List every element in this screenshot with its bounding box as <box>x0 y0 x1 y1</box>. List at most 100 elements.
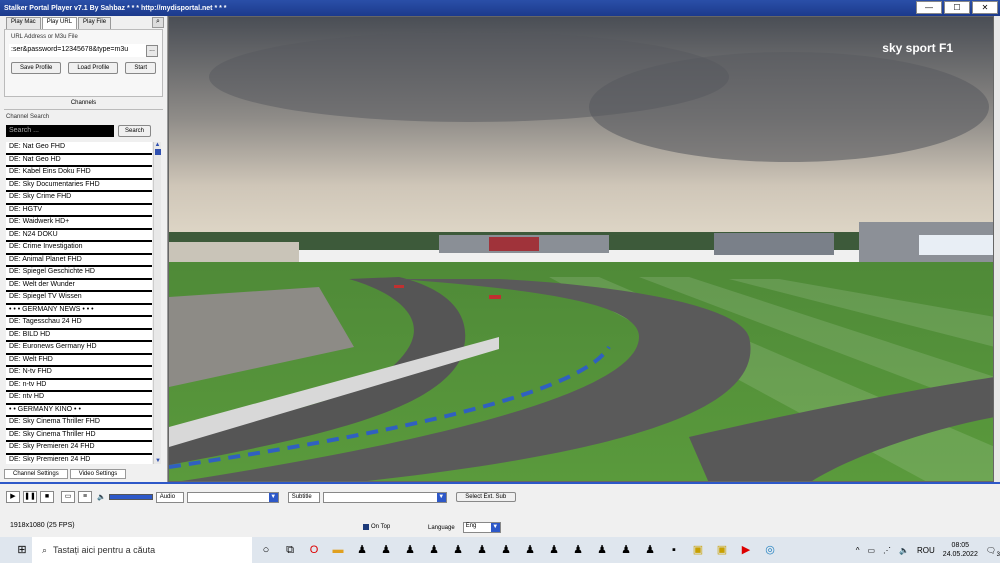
minimize-button[interactable]: — <box>916 1 942 14</box>
on-top-checkbox[interactable] <box>363 524 369 530</box>
channel-item[interactable]: DE: Sky Cinema Thriller HD <box>6 429 152 442</box>
app-icon-7[interactable]: ♟ <box>496 541 516 559</box>
channel-item[interactable]: DE: Spiegel Geschichte HD <box>6 267 152 280</box>
video-player[interactable]: sky sport F1 <box>168 16 994 482</box>
app-icon-10[interactable]: ♟ <box>568 541 588 559</box>
stop-icon[interactable]: ■ <box>40 491 54 503</box>
play-icon[interactable]: ▶ <box>6 491 20 503</box>
wifi-icon[interactable]: ⋰ <box>883 546 891 555</box>
system-tray: ^ ▭ ⋰ 🔈 ROU 08:05 24.05.2022 🗨 3 <box>856 537 1000 563</box>
audio-select[interactable]: ▼ <box>186 491 279 503</box>
notification-count: 3 <box>996 551 1000 558</box>
app-icon-6[interactable]: ♟ <box>472 541 492 559</box>
opera-icon[interactable]: O <box>304 541 324 559</box>
volume-slider[interactable] <box>108 494 153 500</box>
volume-icon[interactable]: 🔈 <box>97 493 106 501</box>
app-icon-12[interactable]: ♟ <box>616 541 636 559</box>
taskbar-search[interactable]: ⌕ Tastați aici pentru a căuta <box>32 537 252 563</box>
task-view-icon[interactable]: ⧉ <box>280 541 300 559</box>
channel-item[interactable]: DE: BILD HD <box>6 329 152 342</box>
channel-item[interactable]: DE: Tagesschau 24 HD <box>6 317 152 330</box>
close-button[interactable]: ✕ <box>972 1 998 14</box>
app-icon-11[interactable]: ♟ <box>592 541 612 559</box>
youtube-icon[interactable]: ▶ <box>736 541 756 559</box>
channel-item[interactable]: DE: ntv HD <box>6 392 152 405</box>
channel-item[interactable]: • • GERMANY KINO • • <box>6 404 152 417</box>
language-select[interactable]: Eng ▼ <box>462 522 501 533</box>
app-icon-13[interactable]: ♟ <box>640 541 660 559</box>
tab-play-mac[interactable]: Play Mac <box>6 17 41 29</box>
app-icon-3[interactable]: ♟ <box>400 541 420 559</box>
channel-item[interactable]: DE: Nat Geo HD <box>6 154 152 167</box>
video-side-strip <box>994 16 1000 482</box>
list-icon[interactable]: ≡ <box>78 491 92 503</box>
url-input[interactable]: :ser&password=12345678&type=m3u <box>9 44 146 57</box>
app-icon-14[interactable]: ▣ <box>688 541 708 559</box>
channel-item[interactable]: DE: Crime Investigation <box>6 242 152 255</box>
browse-button[interactable]: ... <box>146 44 158 57</box>
app-icon-4[interactable]: ♟ <box>424 541 444 559</box>
language-indicator[interactable]: ROU <box>917 546 935 555</box>
subtitle-select[interactable]: ▼ <box>322 491 447 503</box>
tab-play-url[interactable]: Play URL <box>41 17 78 29</box>
clock-date: 24.05.2022 <box>942 551 978 558</box>
channel-item[interactable]: DE: N-tv FHD <box>6 367 152 380</box>
terminal-icon[interactable]: ▪ <box>664 541 684 559</box>
app-icon-8[interactable]: ♟ <box>520 541 540 559</box>
channel-item[interactable]: DE: Nat Geo FHD <box>6 142 152 155</box>
maximize-button[interactable]: ☐ <box>944 1 970 14</box>
channel-item[interactable]: DE: Spiegel TV Wissen <box>6 292 152 305</box>
app-icon-9[interactable]: ♟ <box>544 541 564 559</box>
channel-item[interactable]: DE: Animal Planet FHD <box>6 254 152 267</box>
tab-play-file[interactable]: Play File <box>78 17 112 29</box>
search-button[interactable]: Search <box>118 125 152 137</box>
channels-header: Channels <box>4 97 163 110</box>
app-icon-16[interactable]: ◎ <box>760 541 780 559</box>
audio-label: Audio <box>155 491 184 503</box>
channel-item[interactable]: DE: Welt der Wunder <box>6 279 152 292</box>
load-profile-button[interactable]: Load Profile <box>68 62 119 74</box>
scroll-up-icon[interactable]: ▲ <box>154 142 161 148</box>
app-icon-15[interactable]: ▣ <box>712 541 732 559</box>
save-profile-button[interactable]: Save Profile <box>11 62 62 74</box>
channel-item[interactable]: DE: Euronews Germany HD <box>6 342 152 355</box>
channel-item[interactable]: DE: n-tv HD <box>6 379 152 392</box>
screen-icon[interactable]: ▭ <box>61 491 75 503</box>
search-input[interactable]: Search ... <box>6 125 114 137</box>
select-ext-sub-button[interactable]: Select Ext. Sub <box>455 492 516 502</box>
channel-item[interactable]: DE: Sky Premieren 24 HD <box>6 454 152 464</box>
channel-search-label: Channel Search <box>6 114 50 120</box>
left-panel: Play Mac Play URL Play File ⌕ URL Addres… <box>0 16 168 482</box>
speaker-icon[interactable]: 🔈 <box>899 546 909 555</box>
chevron-up-icon[interactable]: ^ <box>856 546 860 555</box>
notification-icon[interactable]: 🗨 3 <box>986 546 1000 558</box>
channel-item[interactable]: DE: Sky Documentaries FHD <box>6 179 152 192</box>
channel-item[interactable]: DE: HGTV <box>6 204 152 217</box>
channel-list[interactable]: DE: Nat Geo FHD DE: Nat Geo HD DE: Kabel E… <box>6 142 152 464</box>
taskbar: ⊞ ⌕ Tastați aici pentru a căuta ○ ⧉ O ▬ … <box>0 537 1000 563</box>
channel-item[interactable]: • • • GERMANY NEWS • • • <box>6 304 152 317</box>
network-icon[interactable]: ▭ <box>867 546 875 555</box>
channel-item[interactable]: DE: Kabel Eins Doku FHD <box>6 167 152 180</box>
channel-item[interactable]: DE: Welt FHD <box>6 354 152 367</box>
search-icon[interactable]: ⌕ <box>152 17 164 28</box>
file-explorer-icon[interactable]: ▬ <box>328 541 348 559</box>
app-icon-5[interactable]: ♟ <box>448 541 468 559</box>
start-button[interactable]: Start <box>125 62 156 74</box>
channel-item[interactable]: DE: Sky Premieren 24 FHD <box>6 442 152 455</box>
channel-item[interactable]: DE: Sky Crime FHD <box>6 192 152 205</box>
channel-item[interactable]: DE: Waidwerk HD+ <box>6 217 152 230</box>
cortana-icon[interactable]: ○ <box>256 541 276 559</box>
tab-video-settings[interactable]: Video Settings <box>69 469 127 479</box>
pause-icon[interactable]: ❚❚ <box>23 491 37 503</box>
scroll-down-icon[interactable]: ▼ <box>154 458 162 464</box>
app-icon-2[interactable]: ♟ <box>376 541 396 559</box>
channel-item[interactable]: DE: Sky Cinema Thriller FHD <box>6 417 152 430</box>
app-icon-1[interactable]: ♟ <box>352 541 372 559</box>
channel-item[interactable]: DE: N24 DOKU <box>6 229 152 242</box>
scroll-thumb[interactable] <box>154 149 161 155</box>
windows-start-icon[interactable]: ⊞ <box>12 541 32 559</box>
channel-scrollbar[interactable]: ▲ ▼ <box>153 142 161 464</box>
clock[interactable]: 08:05 24.05.2022 <box>943 541 978 559</box>
tab-channel-settings[interactable]: Channel Settings <box>4 469 68 479</box>
